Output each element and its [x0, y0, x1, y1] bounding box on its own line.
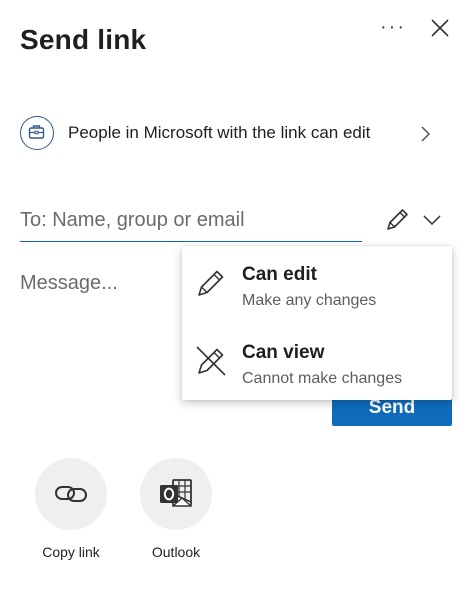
- recipient-input[interactable]: [20, 206, 362, 242]
- menu-item-can-view[interactable]: Can view Cannot make changes: [182, 328, 452, 402]
- outlook-label: Outlook: [151, 544, 201, 560]
- chevron-right-icon: [418, 125, 432, 143]
- panel-title: Send link: [20, 24, 147, 55]
- outlook-circle: [140, 458, 212, 530]
- menu-item-subtitle: Make any changes: [242, 292, 377, 309]
- menu-item-title: Can view: [242, 342, 325, 363]
- more-options-icon[interactable]: ···: [380, 16, 406, 39]
- outlook-icon: [160, 479, 192, 507]
- close-icon[interactable]: [428, 16, 452, 40]
- permission-dropdown-menu: Can edit Make any changes Can view Canno…: [182, 246, 452, 400]
- pencil-crossed-icon: [194, 344, 228, 378]
- copy-link-circle: [35, 458, 107, 530]
- link-icon: [55, 486, 87, 502]
- copy-link-label: Copy link: [42, 544, 100, 560]
- link-permission-setting[interactable]: People in Microsoft with the link can ed…: [20, 114, 460, 154]
- pencil-icon: [194, 266, 228, 300]
- message-field[interactable]: [20, 272, 170, 304]
- menu-item-subtitle: Cannot make changes: [242, 370, 403, 387]
- pencil-icon[interactable]: [383, 206, 411, 234]
- outlook-button[interactable]: Outlook: [131, 458, 221, 560]
- menu-item-can-edit[interactable]: Can edit Make any changes: [182, 250, 452, 324]
- menu-item-title: Can edit: [242, 264, 317, 285]
- copy-link-button[interactable]: Copy link: [26, 458, 116, 560]
- briefcase-icon: [20, 116, 54, 150]
- permission-text: People in Microsoft with the link can ed…: [68, 123, 371, 142]
- chevron-down-icon[interactable]: [422, 212, 442, 228]
